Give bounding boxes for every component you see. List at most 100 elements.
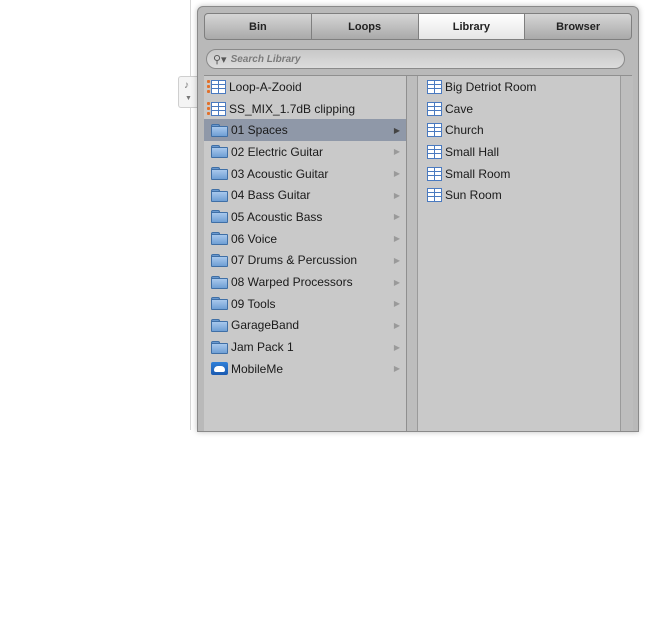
setting-item-label: Small Hall — [445, 144, 500, 159]
disclosure-arrow-icon: ▶ — [393, 190, 400, 200]
library-list-item[interactable]: 02 Electric Guitar ▶ — [204, 141, 406, 163]
disclosure-arrow-icon: ▶ — [393, 342, 400, 352]
setting-list-item[interactable]: Sun Room — [419, 184, 615, 206]
setting-file-icon — [427, 166, 442, 181]
column-scroll-gutter[interactable] — [407, 76, 418, 431]
tab-bin[interactable]: Bin — [204, 13, 312, 40]
setting-item-label: Big Detriot Room — [445, 79, 537, 94]
library-list-item[interactable]: 05 Acoustic Bass ▶ — [204, 206, 406, 228]
setting-file-icon — [427, 188, 442, 203]
folder-icon — [211, 340, 228, 354]
library-item-label: 02 Electric Guitar — [231, 144, 324, 159]
tab-loops[interactable]: Loops — [311, 13, 419, 40]
library-list-item[interactable]: 09 Tools ▶ — [204, 293, 406, 315]
library-item-label: 03 Acoustic Guitar — [231, 166, 329, 181]
library-item-label: 09 Tools — [231, 296, 276, 311]
disclosure-arrow-icon: ▶ — [393, 234, 400, 244]
library-list-item[interactable]: 07 Drums & Percussion ▶ — [204, 250, 406, 272]
library-item-label: MobileMe — [231, 361, 284, 376]
setting-list-item[interactable]: Church — [419, 119, 615, 141]
setting-list-item[interactable]: Big Detriot Room — [419, 76, 615, 98]
modified-indicator-icon — [207, 102, 210, 116]
library-list-item[interactable]: SS_MIX_1.7dB clipping — [204, 98, 406, 120]
library-item-label: 08 Warped Processors — [231, 275, 353, 290]
setting-file-icon — [427, 101, 442, 116]
library-list-item[interactable]: Jam Pack 1 ▶ — [204, 336, 406, 358]
library-list-item[interactable]: 08 Warped Processors ▶ — [204, 271, 406, 293]
setting-item-label: Church — [445, 123, 484, 138]
library-item-label: Loop-A-Zooid — [229, 79, 302, 94]
library-list-item[interactable]: GarageBand ▶ — [204, 315, 406, 337]
library-item-label: Jam Pack 1 — [231, 340, 294, 355]
disclosure-arrow-icon: ▶ — [393, 125, 400, 135]
library-list-item[interactable]: 04 Bass Guitar ▶ — [204, 184, 406, 206]
folder-icon — [211, 318, 228, 332]
library-list-item[interactable]: 03 Acoustic Guitar ▶ — [204, 163, 406, 185]
library-item-label: 05 Acoustic Bass — [231, 209, 323, 224]
disclosure-arrow-icon: ▶ — [393, 255, 400, 265]
library-item-label: 06 Voice — [231, 231, 278, 246]
setting-list-item[interactable]: Small Hall — [419, 141, 615, 163]
tab-library[interactable]: Library — [418, 13, 526, 40]
adjacent-window-fragment: ♪ ▼ — [0, 0, 197, 430]
chevron-down-icon: ▼ — [185, 95, 192, 102]
library-list-item[interactable]: 06 Voice ▶ — [204, 228, 406, 250]
library-list-item[interactable]: MobileMe ▶ — [204, 358, 406, 380]
disclosure-arrow-icon: ▶ — [393, 320, 400, 330]
library-item-label: GarageBand — [231, 318, 300, 333]
library-list-item[interactable]: 01 Spaces ▶ — [204, 119, 406, 142]
library-list-item[interactable]: Loop-A-Zooid — [204, 76, 406, 98]
library-item-label: 01 Spaces — [231, 123, 288, 138]
spaces-column: Big Detriot Room Cave Church Small Hall Smal… — [419, 76, 615, 431]
window-edge — [190, 0, 191, 430]
disclosure-arrow-icon: ▶ — [393, 212, 400, 222]
setting-item-label: Sun Room — [445, 188, 502, 203]
column-browser: Loop-A-Zooid SS_MIX_1.7dB clipping 01 Spac… — [204, 75, 633, 431]
folder-icon — [211, 145, 228, 159]
setting-file-icon — [211, 79, 226, 94]
setting-list-item[interactable]: Cave — [419, 98, 615, 120]
search-field[interactable]: ⚲▾ — [206, 49, 625, 69]
library-item-label: 07 Drums & Percussion — [231, 253, 358, 268]
setting-file-icon — [427, 123, 442, 138]
mobileme-icon — [211, 362, 228, 376]
folder-icon — [211, 275, 228, 289]
tab-bar: Bin Loops Library Browser — [204, 13, 632, 40]
folder-icon — [211, 210, 228, 224]
note-icon: ♪ — [184, 80, 189, 91]
setting-file-icon — [427, 144, 442, 159]
disclosure-arrow-icon: ▶ — [393, 169, 400, 179]
folder-icon — [211, 167, 228, 181]
folder-icon — [211, 188, 228, 202]
folder-icon — [211, 297, 228, 311]
disclosure-arrow-icon: ▶ — [393, 299, 400, 309]
search-icon[interactable]: ⚲▾ — [213, 53, 227, 66]
search-input[interactable] — [228, 52, 593, 66]
disclosure-arrow-icon: ▶ — [393, 277, 400, 287]
setting-file-icon — [211, 101, 226, 116]
folder-icon — [211, 232, 228, 246]
modified-indicator-icon — [207, 80, 210, 94]
setting-item-label: Small Room — [445, 166, 511, 181]
tab-browser[interactable]: Browser — [525, 13, 632, 40]
library-item-label: 04 Bass Guitar — [231, 188, 311, 203]
column-scroll-gutter[interactable] — [620, 76, 633, 431]
setting-list-item[interactable]: Small Room — [419, 163, 615, 185]
disclosure-arrow-icon: ▶ — [393, 147, 400, 157]
folder-icon — [211, 253, 228, 267]
setting-file-icon — [427, 79, 442, 94]
disclosure-arrow-icon: ▶ — [393, 364, 400, 374]
library-window: Bin Loops Library Browser ⚲▾ Loop-A-Zooi… — [197, 6, 639, 432]
